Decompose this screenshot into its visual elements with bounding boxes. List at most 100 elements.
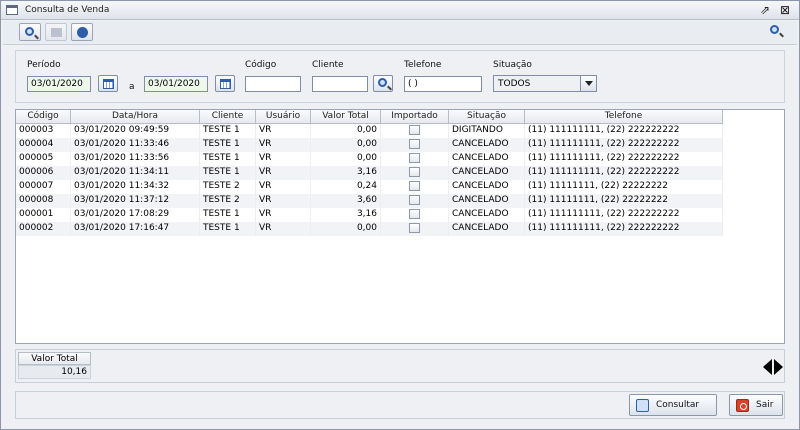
column-header-codigo[interactable]: Código	[16, 110, 71, 124]
filter-panel: Período 03/01/2020 a 03/01/2020 Código C…	[15, 50, 785, 103]
cell-codigo: 000008	[16, 194, 71, 208]
arrow-right-icon[interactable]	[774, 359, 783, 375]
cell-telefone: (11) 11111111, (22) 22222222	[525, 194, 723, 208]
table-row[interactable]: 000003 03/01/2020 09:49:59 TESTE 1 VR 0,00 DI…	[16, 124, 723, 138]
cell-cliente: TESTE 1	[200, 208, 256, 222]
importado-checkbox[interactable]	[409, 153, 420, 163]
table-row[interactable]: 000006 03/01/2020 11:34:11 TESTE 1 VR 3,16 CA…	[16, 166, 723, 180]
table-row[interactable]: 000001 03/01/2020 17:08:29 TESTE 1 VR 3,16 CA…	[16, 208, 723, 222]
cell-cliente: TESTE 1	[200, 124, 256, 138]
importado-checkbox[interactable]	[409, 195, 420, 205]
toolbar	[3, 21, 797, 45]
cell-situacao: CANCELADO	[449, 152, 525, 166]
importado-checkbox[interactable]	[409, 167, 420, 177]
telefone-field[interactable]: ( )	[404, 76, 482, 92]
column-header-situacao[interactable]: Situação	[449, 110, 525, 124]
periodo-label: Período	[27, 60, 61, 70]
date-to-field[interactable]: 03/01/2020	[144, 76, 208, 92]
action-bar: Consultar Sair	[15, 391, 785, 419]
chevron-down-icon[interactable]	[580, 76, 596, 91]
column-header-valor-total[interactable]: Valor Total	[311, 110, 381, 124]
cell-cliente: TESTE 1	[200, 222, 256, 236]
title-bar: Consulta de Venda ⇗ ⊠	[1, 1, 799, 20]
maximize-icon[interactable]: ⇗	[758, 4, 772, 17]
cell-telefone: (11) 111111111, (22) 222222222	[525, 166, 723, 180]
codigo-field[interactable]	[245, 76, 301, 92]
column-header-data-hora[interactable]: Data/Hora	[71, 110, 200, 124]
table-row[interactable]: 000007 03/01/2020 11:34:32 TESTE 2 VR 0,24 CA…	[16, 180, 723, 194]
importado-checkbox[interactable]	[409, 139, 420, 149]
cliente-field[interactable]	[312, 76, 368, 92]
cliente-label: Cliente	[312, 60, 344, 70]
column-header-importado[interactable]: Importado	[381, 110, 449, 124]
cell-importado	[381, 208, 449, 222]
cell-valor-total: 0,00	[311, 124, 381, 138]
window-icon	[6, 5, 18, 15]
cell-valor-total: 0,00	[311, 152, 381, 166]
cell-data-hora: 03/01/2020 11:34:32	[71, 180, 200, 194]
cell-telefone: (11) 111111111, (22) 222222222	[525, 222, 723, 236]
cell-situacao: CANCELADO	[449, 166, 525, 180]
cell-situacao: CANCELADO	[449, 222, 525, 236]
cell-valor-total: 3,16	[311, 166, 381, 180]
export-icon	[77, 27, 88, 38]
cell-cliente: TESTE 1	[200, 166, 256, 180]
cell-importado	[381, 152, 449, 166]
cell-usuario: VR	[256, 124, 311, 138]
sair-button[interactable]: Sair	[729, 394, 783, 416]
search-icon	[636, 399, 649, 412]
date-from-field[interactable]: 03/01/2020	[27, 76, 91, 92]
cell-situacao: CANCELADO	[449, 194, 525, 208]
cell-usuario: VR	[256, 152, 311, 166]
cell-cliente: TESTE 2	[200, 194, 256, 208]
situacao-select[interactable]: TODOS	[493, 75, 597, 92]
toolbar-search-button[interactable]	[19, 23, 41, 41]
cell-usuario: VR	[256, 138, 311, 152]
importado-checkbox[interactable]	[409, 125, 420, 135]
table-body: 000003 03/01/2020 09:49:59 TESTE 1 VR 0,00 DI…	[16, 124, 723, 236]
importado-checkbox[interactable]	[409, 209, 420, 219]
cell-telefone: (11) 111111111, (22) 222222222	[525, 138, 723, 152]
table-header: Código Data/Hora Cliente Usuário Valor T…	[16, 110, 723, 124]
cell-codigo: 000001	[16, 208, 71, 222]
cell-data-hora: 03/01/2020 09:49:59	[71, 124, 200, 138]
toolbar-find-button[interactable]	[765, 23, 787, 41]
window-title: Consulta de Venda	[25, 5, 110, 15]
cell-codigo: 000006	[16, 166, 71, 180]
close-icon[interactable]: ⊠	[778, 4, 792, 17]
splitter-arrows[interactable]	[761, 351, 787, 383]
table-row[interactable]: 000008 03/01/2020 11:37:12 TESTE 2 VR 3,60 CA…	[16, 194, 723, 208]
magnifier-icon	[25, 27, 34, 36]
toolbar-export-button[interactable]	[71, 23, 93, 41]
main-window: Consulta de Venda ⇗ ⊠ Período 03/01/2020…	[0, 0, 800, 430]
date-from-calendar-button[interactable]	[98, 75, 118, 92]
consultar-button[interactable]: Consultar	[629, 394, 717, 416]
cell-telefone: (11) 111111111, (22) 222222222	[525, 208, 723, 222]
cliente-search-button[interactable]	[373, 75, 393, 92]
magnifier-icon	[770, 25, 779, 34]
cell-importado	[381, 222, 449, 236]
table-row[interactable]: 000002 03/01/2020 17:16:47 TESTE 1 VR 0,00 CA…	[16, 222, 723, 236]
importado-checkbox[interactable]	[409, 223, 420, 233]
column-header-telefone[interactable]: Telefone	[525, 110, 723, 124]
arrow-left-icon[interactable]	[763, 359, 772, 375]
totals-panel: Valor Total 10,16	[15, 349, 785, 383]
importado-checkbox[interactable]	[409, 181, 420, 191]
cell-usuario: VR	[256, 208, 311, 222]
table-row[interactable]: 000004 03/01/2020 11:33:46 TESTE 1 VR 0,00 CA…	[16, 138, 723, 152]
cell-importado	[381, 194, 449, 208]
consultar-label: Consultar	[656, 400, 700, 410]
cell-usuario: VR	[256, 180, 311, 194]
calendar-icon	[103, 79, 114, 89]
column-header-cliente[interactable]: Cliente	[200, 110, 256, 124]
cell-telefone: (11) 111111111, (22) 222222222	[525, 152, 723, 166]
cell-cliente: TESTE 2	[200, 180, 256, 194]
total-value: 10,16	[18, 365, 91, 379]
column-header-usuario[interactable]: Usuário	[256, 110, 311, 124]
cell-data-hora: 03/01/2020 11:33:46	[71, 138, 200, 152]
cell-data-hora: 03/01/2020 11:33:56	[71, 152, 200, 166]
toolbar-print-button[interactable]	[45, 23, 67, 41]
date-to-calendar-button[interactable]	[215, 75, 235, 92]
total-header: Valor Total	[18, 352, 91, 365]
table-row[interactable]: 000005 03/01/2020 11:33:56 TESTE 1 VR 0,00 CA…	[16, 152, 723, 166]
